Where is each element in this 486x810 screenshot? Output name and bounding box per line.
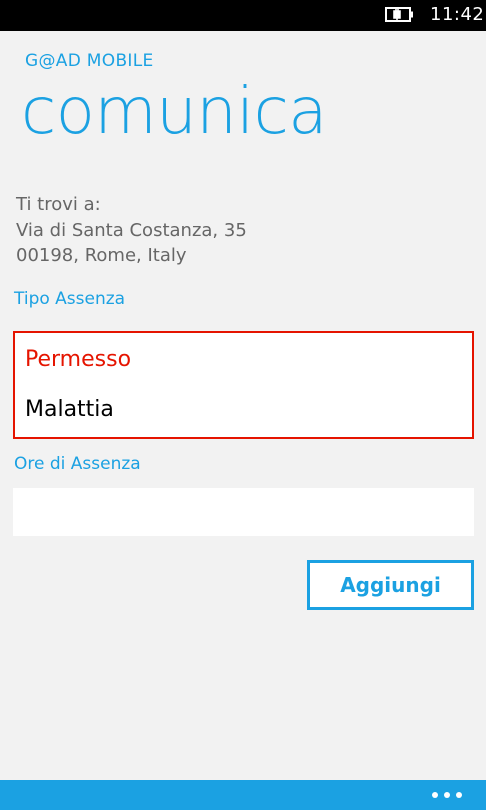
ellipsis-icon[interactable] xyxy=(430,788,464,802)
address-line-2: 00198, Rome, Italy xyxy=(16,245,187,266)
status-clock: 11:42 xyxy=(430,4,485,25)
absence-type-label: Tipo Assenza xyxy=(14,289,126,309)
absence-hours-label: Ore di Assenza xyxy=(14,454,141,474)
absence-hours-input[interactable] xyxy=(13,488,474,536)
app-name: G@AD MOBILE xyxy=(25,51,154,71)
battery-charging-icon xyxy=(385,7,413,22)
location-label: Ti trovi a: xyxy=(16,194,101,215)
absence-type-option-malattia[interactable]: Malattia xyxy=(25,397,114,422)
address-line-1: Via di Santa Costanza, 35 xyxy=(16,220,247,241)
absence-type-picker[interactable]: Permesso Malattia xyxy=(13,331,474,439)
add-button[interactable]: Aggiungi xyxy=(307,560,474,610)
app-bar xyxy=(0,780,486,810)
status-bar: 11:42 xyxy=(0,0,486,31)
page-title: comunica xyxy=(21,75,328,149)
absence-type-option-permesso[interactable]: Permesso xyxy=(25,347,131,372)
